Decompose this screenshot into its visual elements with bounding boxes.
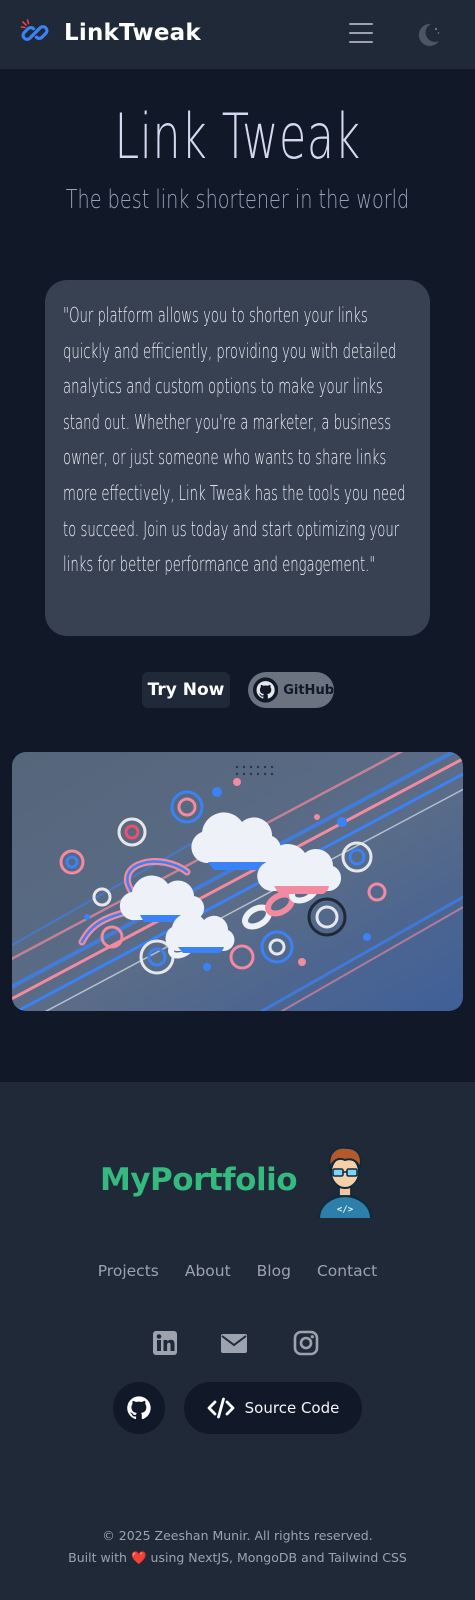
footer-link-blog[interactable]: Blog (257, 1262, 291, 1280)
linkedin-icon[interactable] (151, 1329, 179, 1357)
description-text: "Our platform allows you to shorten your… (63, 303, 406, 577)
hamburger-menu-icon[interactable] (349, 23, 373, 45)
footer-link-about[interactable]: About (185, 1262, 231, 1280)
portfolio-name: MyPortfolio (100, 1162, 298, 1198)
social-links (0, 1329, 475, 1357)
copyright: © 2025 Zeeshan Munir. All rights reserve… (0, 1525, 475, 1569)
built-with-prefix: Built with (68, 1550, 127, 1565)
site-header: LinkTweak (0, 0, 475, 69)
mail-icon[interactable] (220, 1329, 248, 1357)
brand-link[interactable]: LinkTweak (20, 18, 201, 48)
footer-nav: Projects About Blog Contact (0, 1262, 475, 1280)
copyright-text: © 2025 Zeeshan Munir. All rights reserve… (102, 1528, 373, 1543)
footer-link-projects[interactable]: Projects (98, 1262, 159, 1280)
portfolio-brand[interactable]: MyPortfolio </> (100, 1142, 375, 1218)
github-icon (253, 677, 279, 703)
site-footer: MyPortfolio </> Projects About Blog Cont… (0, 1082, 475, 1600)
links-clouds-illustration (12, 752, 463, 1011)
developer-avatar-icon: </> (317, 1146, 373, 1218)
source-code-label: Source Code (244, 1399, 340, 1417)
description-card: "Our platform allows you to shorten your… (45, 280, 430, 636)
code-icon (207, 1397, 235, 1419)
built-with-suffix: using NextJS, MongoDB and Tailwind CSS (150, 1550, 407, 1565)
svg-text:</>: </> (337, 1205, 354, 1215)
hero-title: Link Tweak (114, 100, 361, 173)
moon-icon[interactable] (414, 20, 442, 48)
heart-icon: ❤️ (130, 1550, 147, 1565)
built-with-line: Built with ❤️ using NextJS, MongoDB and … (0, 1547, 475, 1569)
brand-name: LinkTweak (64, 20, 201, 46)
hero-illustration (12, 752, 463, 1011)
github-icon (127, 1396, 151, 1420)
instagram-icon[interactable] (292, 1329, 320, 1357)
hero-subtitle: The best link shortener in the world (65, 185, 410, 215)
source-code-button[interactable]: Source Code (184, 1382, 362, 1434)
footer-link-contact[interactable]: Contact (317, 1262, 377, 1280)
cta-row: Try Now GitHub (0, 672, 475, 708)
link-icon (20, 19, 49, 41)
footer-github-button[interactable] (113, 1382, 165, 1434)
github-button[interactable]: GitHub (248, 672, 334, 708)
try-now-button[interactable]: Try Now (142, 672, 230, 708)
try-now-label: Try Now (147, 680, 225, 700)
github-label: GitHub (283, 682, 334, 698)
